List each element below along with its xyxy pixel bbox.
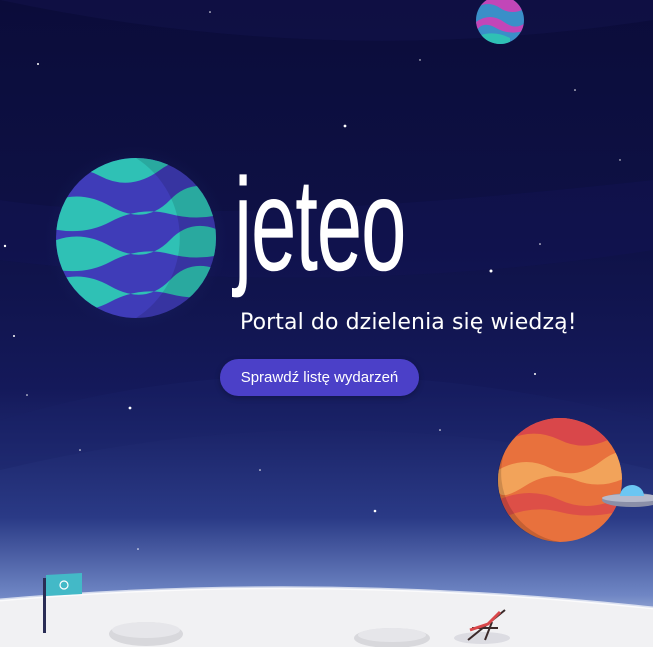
hero-scene: jeteo Portal do dzielenia się wiedzą! Sp… [0, 0, 653, 647]
events-list-button[interactable]: Sprawdź listę wydarzeń [220, 359, 419, 396]
moon-surface [0, 586, 653, 647]
hero-tagline: Portal do dzielenia się wiedzą! [240, 310, 577, 335]
striped-planet-icon [44, 146, 228, 330]
brand-logo: jeteo [234, 151, 407, 298]
